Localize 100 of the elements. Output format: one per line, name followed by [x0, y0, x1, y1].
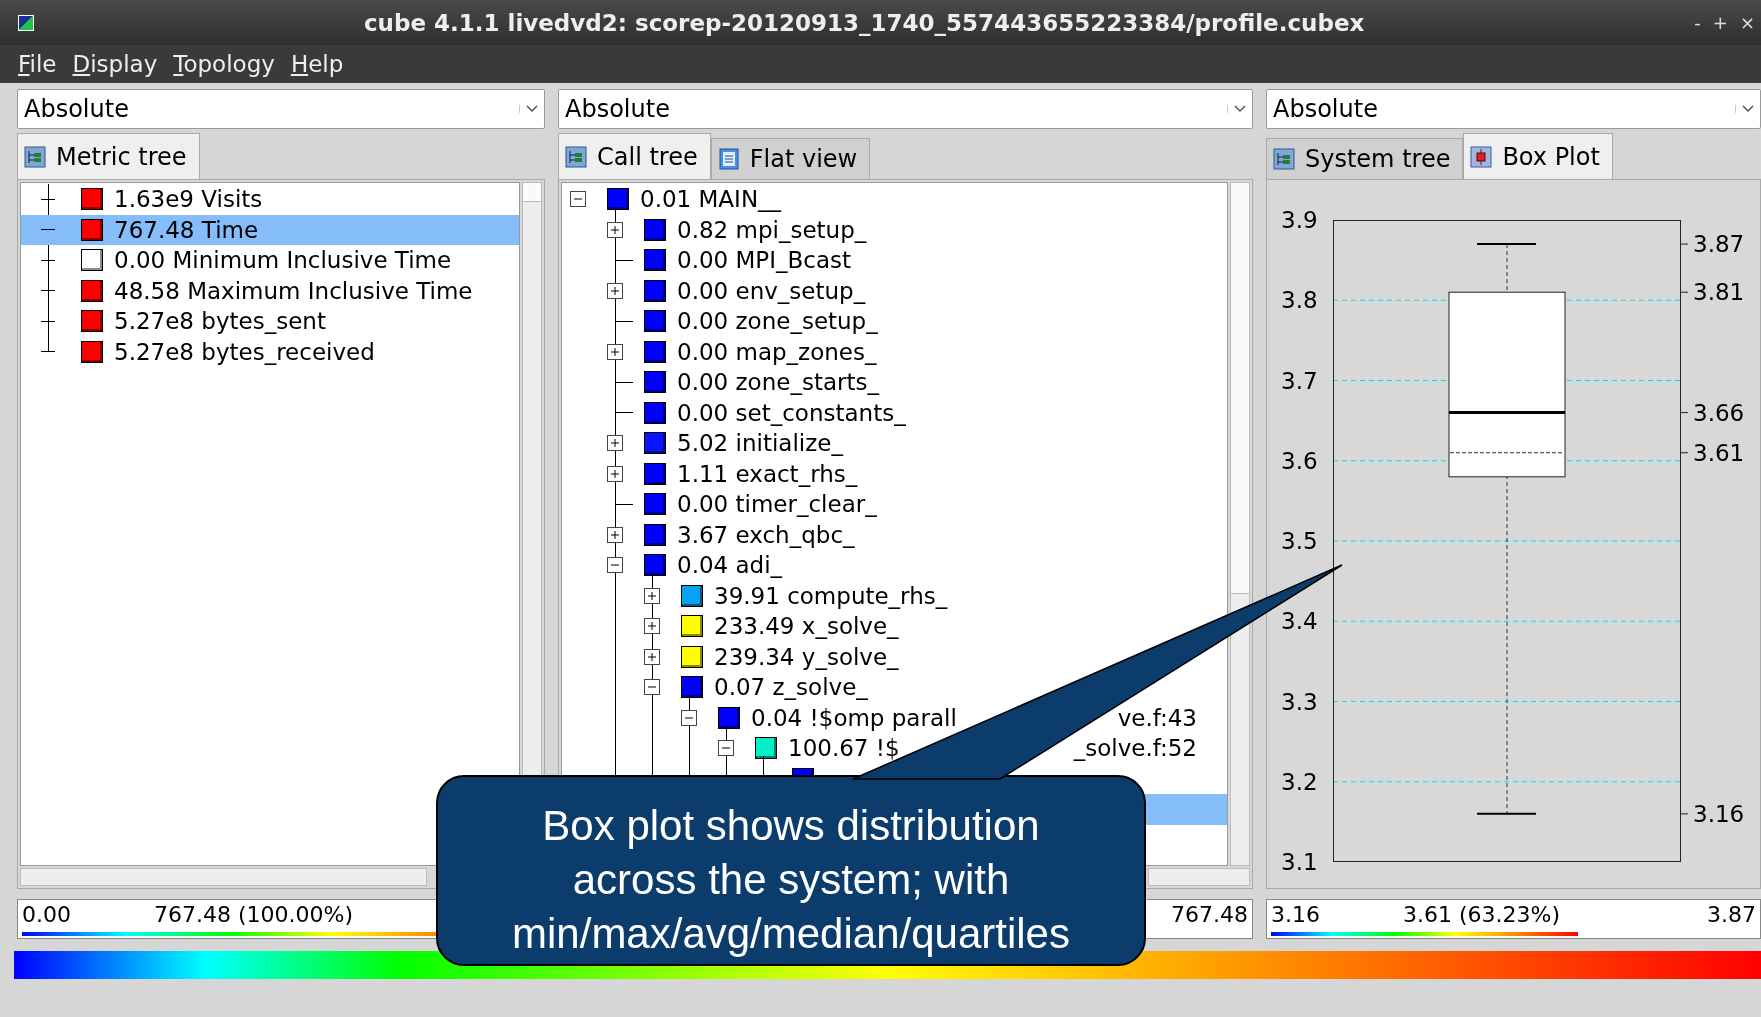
axis-tick-label: 3.3 [1281, 688, 1318, 715]
axis-tick-label: 3.9 [1281, 207, 1318, 233]
axis-tick-label: 3.7 [1281, 367, 1318, 394]
tree-label: 0.82 mpi_setup_ [677, 216, 867, 243]
collapse-icon[interactable] [681, 709, 697, 726]
tree-row[interactable]: 39.91 compute_rhs_ [562, 580, 1227, 611]
expand-icon[interactable] [644, 618, 660, 635]
tab[interactable]: Metric tree [17, 133, 200, 179]
tab[interactable]: System tree [1266, 138, 1464, 179]
window-control[interactable]: - [1694, 12, 1701, 33]
tree-label: 39.91 compute_rhs_ [714, 582, 948, 609]
tree-label: 0.07 z_solve_ [714, 674, 868, 701]
value-current: 3.61 (63.23%) [1403, 902, 1561, 929]
value-max: 3.87 [1707, 902, 1756, 929]
tree-label: 5.27e8 bytes_sent [114, 308, 326, 335]
tree-icon [565, 145, 587, 168]
horizontal-scrollbar[interactable] [1148, 868, 1250, 886]
axis-tick-label: 3.2 [1281, 768, 1318, 795]
tree-row[interactable]: 0.82 mpi_setup_ [562, 214, 1227, 245]
tree-row[interactable]: 48.58 Maximum Inclusive Time [21, 275, 519, 306]
expand-icon[interactable] [607, 526, 623, 543]
tree-label: 0.00 set_constants_ [677, 399, 906, 426]
box-plot-icon [1470, 145, 1493, 168]
vertical-scrollbar[interactable] [1230, 182, 1250, 866]
tree-row[interactable]: 100.67 !$ _solve.f:52 [562, 733, 1227, 764]
tree-label: 0.00 Minimum Inclusive Time [114, 247, 452, 274]
caret-icon [1735, 105, 1754, 113]
tree-label: 1.11 exact_rhs_ [677, 460, 858, 487]
mode-dropdown[interactable]: Absolute [1266, 89, 1761, 129]
caret-icon [519, 105, 538, 113]
tree-label: 0.00 zone_starts_ [677, 369, 879, 396]
tree-row[interactable]: 0.01 MAIN__ [562, 184, 1227, 215]
tree-row[interactable]: 1.63e9 Visits [21, 184, 519, 215]
value-current: 767.48 [1171, 902, 1248, 929]
value-current: 767.48 (100.00%) [154, 902, 354, 929]
tree-label: 0.01 MAIN__ [640, 186, 782, 213]
stat-value-label: 3.87 [1693, 231, 1745, 258]
tree-row[interactable]: 0.00 env_setup_ [562, 275, 1227, 306]
tree-row[interactable]: 5.27e8 bytes_sent [21, 306, 519, 337]
menu-item[interactable]: File [18, 51, 57, 77]
value-min: 0.00 [22, 902, 72, 929]
tree-row[interactable]: 0.00 zone_starts_ [562, 367, 1227, 398]
expand-icon[interactable] [644, 648, 660, 665]
tree-row[interactable]: 5.27e8 bytes_received [21, 336, 519, 367]
collapse-icon[interactable] [718, 740, 734, 757]
tree-label: ve.f:43 [1117, 704, 1197, 731]
tree-label: 1.63e9 Visits [114, 186, 263, 213]
tree-row[interactable]: 0.00 zone_setup_ [562, 306, 1227, 337]
tab[interactable]: Call tree [558, 133, 711, 179]
tree-label: 5.02 initialize_ [677, 430, 843, 457]
tree-row[interactable]: 1.11 exact_rhs_ [562, 458, 1227, 489]
tree-icon [1273, 148, 1295, 170]
window-control[interactable]: × [1739, 12, 1755, 33]
horizontal-scrollbar[interactable] [20, 868, 427, 886]
expand-icon[interactable] [607, 282, 623, 299]
tree-label: 0.04 adi_ [677, 552, 783, 579]
tree-row[interactable]: 5.02 initialize_ [562, 428, 1227, 459]
axis-tick-label: 3.6 [1281, 447, 1318, 474]
tree-label: 0.00 zone_setup_ [677, 308, 878, 335]
mode-dropdown[interactable]: Absolute [558, 89, 1253, 129]
window-control[interactable]: + [1712, 12, 1728, 33]
tree-label: 100.67 !$ [788, 735, 900, 762]
stat-value-label: 3.16 [1693, 800, 1745, 827]
collapse-icon[interactable] [644, 679, 660, 696]
tree-row[interactable]: 0.04 !$omp parall ve.f:43 [562, 702, 1227, 733]
tree-row[interactable]: 3.67 exch_qbc_ [562, 519, 1227, 550]
menu-item[interactable]: Help [290, 51, 344, 77]
tree-label: 767.48 Time [114, 216, 259, 243]
stat-value-label: 3.81 [1693, 279, 1745, 306]
axis-tick-label: 3.4 [1281, 608, 1318, 635]
tab[interactable]: Flat view [710, 138, 871, 179]
stat-value-label: 3.66 [1693, 399, 1745, 426]
menu-item[interactable]: Display [72, 51, 158, 77]
expand-icon[interactable] [607, 465, 623, 482]
tree-row[interactable]: 0.00 Minimum Inclusive Time [21, 245, 519, 276]
tree-label: 233.49 x_solve_ [714, 613, 899, 640]
tree-row[interactable]: 0.00 timer_clear_ [562, 489, 1227, 520]
value-min: 3.16 [1271, 902, 1321, 929]
tree-label: 0.00 env_setup_ [677, 277, 866, 304]
axis-tick-label: 3.1 [1281, 849, 1318, 875]
collapse-icon[interactable] [570, 191, 586, 208]
expand-icon[interactable] [607, 435, 623, 452]
tree-row[interactable]: 0.04 adi_ [562, 550, 1227, 581]
expand-icon[interactable] [607, 343, 623, 360]
expand-icon[interactable] [607, 221, 623, 238]
mode-dropdown[interactable]: Absolute [17, 89, 545, 129]
tree-row[interactable]: 0.07 z_solve_ [562, 672, 1227, 703]
menu-item[interactable]: Topology [173, 51, 275, 77]
expand-icon[interactable] [644, 587, 660, 604]
tree-label: 48.58 Maximum Inclusive Time [114, 277, 473, 304]
list-icon [717, 148, 740, 170]
tree-label: 0.00 map_zones_ [677, 338, 877, 365]
tree-row[interactable]: 0.00 map_zones_ [562, 336, 1227, 367]
tab[interactable]: Box Plot [1463, 133, 1613, 179]
tree-row[interactable]: 0.00 MPI_Bcast [562, 245, 1227, 276]
tree-row[interactable]: 0.00 set_constants_ [562, 397, 1227, 428]
tree-row[interactable]: 239.34 y_solve_ [562, 641, 1227, 672]
tree-label: 0.00 MPI_Bcast [677, 247, 852, 274]
tree-row[interactable]: 767.48 Time [21, 214, 519, 245]
collapse-icon[interactable] [607, 557, 623, 574]
